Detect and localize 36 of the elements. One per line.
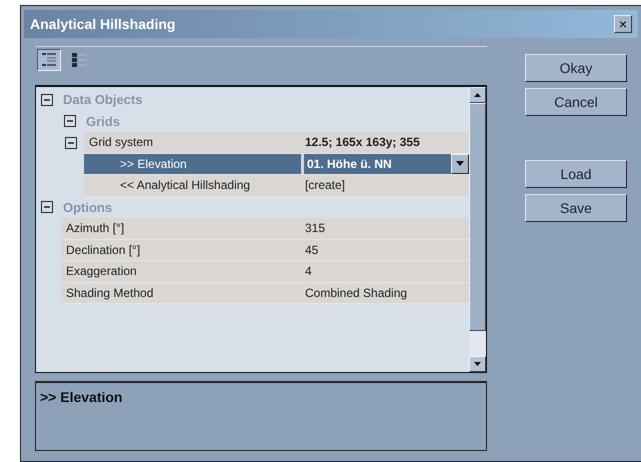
property-value: 315: [304, 221, 326, 236]
category-label: Data Objects: [63, 92, 142, 108]
collapse-icon[interactable]: [64, 115, 76, 128]
categorized-list-icon: [41, 52, 57, 68]
property-value: Combined Shading: [304, 286, 408, 300]
dialog-button[interactable]: Okay: [525, 54, 627, 82]
property-label[interactable]: Declination [°]: [61, 242, 301, 257]
property-value: 4: [304, 264, 313, 278]
property-label[interactable]: Exaggeration: [61, 264, 301, 278]
file-button[interactable]: Load: [525, 160, 627, 188]
category-label: Grids: [86, 114, 120, 129]
property-label[interactable]: Grid system: [84, 135, 301, 150]
toolbar-button[interactable]: [37, 49, 61, 71]
close-button[interactable]: ×: [614, 15, 632, 33]
category-label: Options: [63, 200, 112, 215]
caret-icon: [456, 161, 464, 166]
scrollbar[interactable]: [469, 87, 486, 372]
dropdown-value[interactable]: 01. Höhe ü. NN: [304, 154, 451, 174]
property-label[interactable]: Shading Method: [61, 286, 301, 300]
property-value: [create]: [304, 178, 346, 192]
property-label[interactable]: >> Elevation: [84, 154, 301, 174]
window-title: Analytical Hillshading: [30, 16, 176, 32]
collapse-icon[interactable]: [41, 94, 53, 106]
sort-alphabetical-icon: [71, 52, 87, 68]
scroll-down-icon[interactable]: [474, 362, 481, 366]
property-label[interactable]: Azimuth [°]: [61, 221, 301, 236]
property-label[interactable]: << Analytical Hillshading: [84, 178, 301, 192]
file-button[interactable]: Save: [525, 194, 627, 222]
collapse-icon[interactable]: [65, 136, 77, 149]
collapse-icon[interactable]: [41, 201, 53, 214]
dialog-button[interactable]: Cancel: [525, 88, 627, 116]
description-text: >> Elevation: [40, 389, 122, 405]
scroll-up-icon[interactable]: [474, 93, 481, 97]
dropdown-button[interactable]: [451, 154, 469, 174]
property-value: 12.5; 165x 163y; 355: [304, 135, 421, 150]
property-value: 45: [304, 242, 320, 257]
